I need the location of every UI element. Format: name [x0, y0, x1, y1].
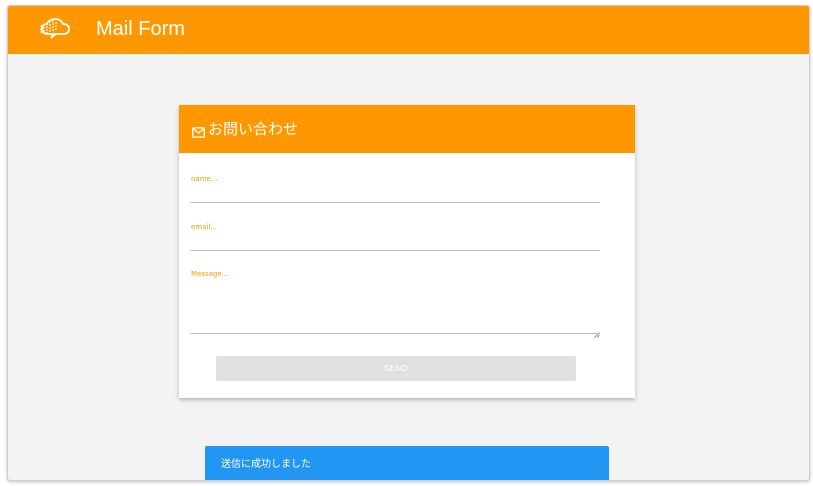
form-header: お問い合わせ	[179, 105, 635, 153]
resize-grip-icon[interactable]	[594, 323, 600, 338]
mail-icon	[192, 123, 205, 138]
app-bar: Mail Form	[8, 6, 809, 54]
message-field-underline	[191, 333, 600, 334]
contact-form-card: お問い合わせ name... email... Message... SEND	[179, 105, 635, 398]
snackbar-message: 送信に成功しました	[221, 459, 311, 470]
form-title: お問い合わせ	[208, 120, 299, 138]
name-input[interactable]	[191, 183, 600, 201]
success-snackbar: 送信に成功しました	[205, 446, 609, 480]
email-input[interactable]	[191, 231, 600, 249]
name-field-underline	[191, 202, 600, 203]
send-button[interactable]: SEND	[216, 356, 576, 381]
email-field-underline	[191, 250, 600, 251]
cloud-dots-logo-icon	[39, 16, 73, 42]
message-textarea[interactable]	[191, 281, 600, 329]
app-title: Mail Form	[96, 18, 185, 40]
browser-window: Mail Form お問い合わせ name... email... Messag…	[7, 5, 810, 481]
message-field-label: Message...	[191, 270, 229, 278]
